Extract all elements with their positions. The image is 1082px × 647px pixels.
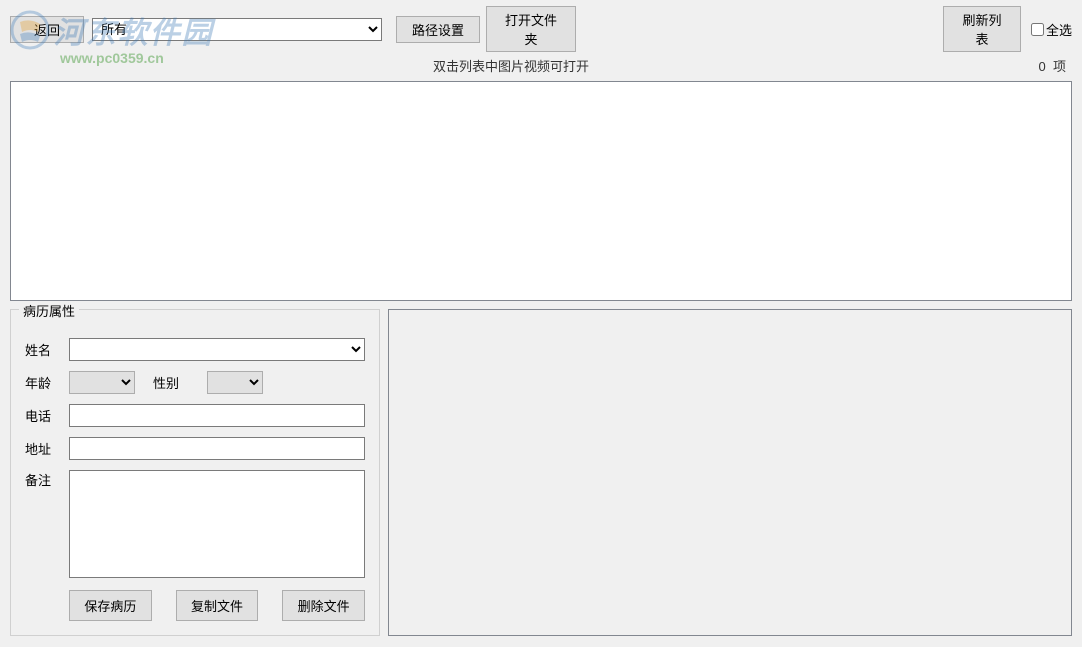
item-count: 0 项 (1006, 56, 1066, 75)
hint-text: 双击列表中图片视频可打开 (16, 56, 1006, 75)
delete-file-button[interactable]: 删除文件 (282, 590, 365, 621)
notes-textarea[interactable] (69, 470, 365, 578)
name-combo[interactable] (69, 338, 365, 361)
record-properties-group: 病历属性 姓名 年龄 性别 电话 地址 备注 (10, 309, 380, 636)
save-record-button[interactable]: 保存病历 (69, 590, 152, 621)
group-legend: 病历属性 (19, 301, 79, 320)
phone-input[interactable] (69, 404, 365, 427)
notes-label: 备注 (25, 470, 69, 489)
address-label: 地址 (25, 439, 69, 458)
copy-file-button[interactable]: 复制文件 (176, 590, 259, 621)
path-settings-button[interactable]: 路径设置 (396, 16, 480, 43)
info-bar: 双击列表中图片视频可打开 0 项 (0, 56, 1082, 81)
phone-label: 电话 (25, 406, 69, 425)
address-input[interactable] (69, 437, 365, 460)
name-label: 姓名 (25, 340, 69, 359)
gender-label: 性别 (153, 373, 197, 392)
select-all-checkbox[interactable]: 全选 (1031, 20, 1072, 39)
top-toolbar: 返回 所有 路径设置 打开文件夹 刷新列表 全选 (0, 0, 1082, 56)
refresh-list-button[interactable]: 刷新列表 (943, 6, 1021, 52)
preview-panel (388, 309, 1072, 636)
select-all-input[interactable] (1031, 23, 1044, 36)
age-combo[interactable] (69, 371, 135, 394)
age-label: 年龄 (25, 373, 69, 392)
open-folder-button[interactable]: 打开文件夹 (486, 6, 576, 52)
file-list-panel[interactable] (10, 81, 1072, 301)
back-button[interactable]: 返回 (10, 16, 84, 43)
filter-combo[interactable]: 所有 (92, 18, 382, 41)
gender-combo[interactable] (207, 371, 263, 394)
select-all-label: 全选 (1046, 20, 1072, 39)
